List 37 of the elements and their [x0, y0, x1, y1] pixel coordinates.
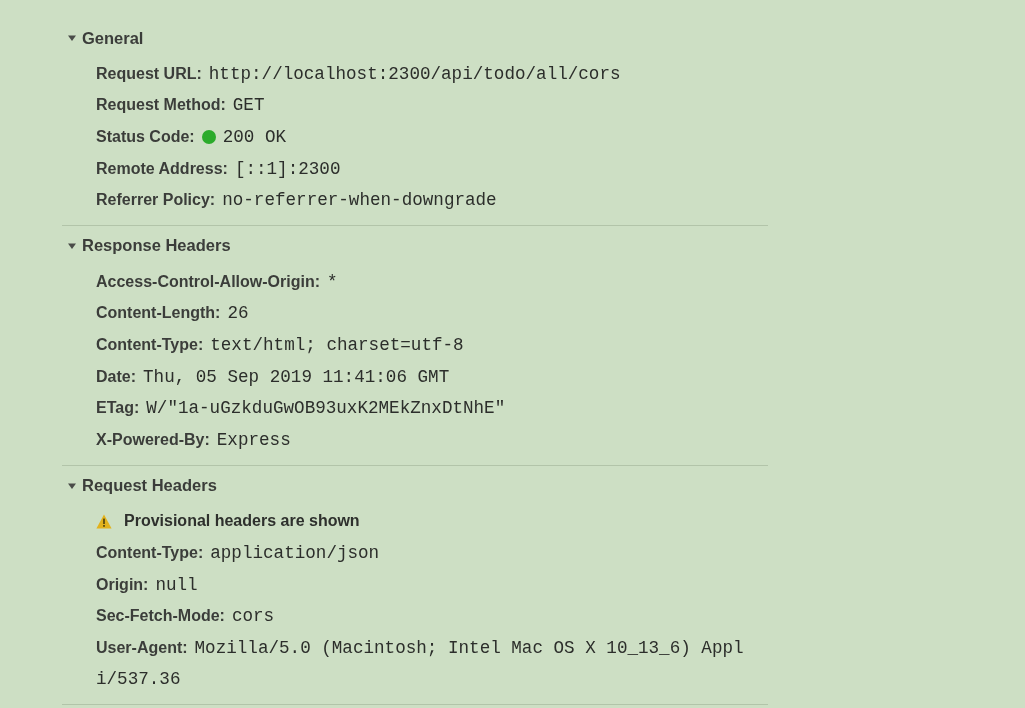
section-header[interactable]: Response Headers [62, 231, 231, 260]
header-value: application/json [210, 542, 380, 563]
header-name: ETag: [96, 399, 140, 418]
header-value: no-referrer-when-downgrade [222, 190, 497, 211]
header-value: 26 [227, 303, 249, 324]
header-value: W/"1a-uGzkduGwOB93uxK2MEkZnxDtNhE" [146, 398, 506, 419]
header-name: Request URL: [96, 64, 202, 83]
section-header[interactable]: General [62, 24, 144, 52]
header-name: Request Method: [96, 96, 226, 115]
header-value: Thu, 05 Sep 2019 11:41:06 GMT [143, 366, 450, 387]
header-value: 200 OK [222, 127, 287, 147]
header-value: GET [232, 95, 265, 116]
header-name: X-Powered-By: [96, 430, 210, 449]
header-name: Referrer Policy: [96, 191, 216, 210]
header-name: Sec-Fetch-Mode: [96, 607, 225, 626]
warning-icon [96, 513, 112, 529]
header-value: Mozilla/5.0 (Macintosh; Intel Mac OS X 10_13_6) Appl [194, 637, 744, 658]
warning-text: Provisional headers are shown [124, 512, 360, 531]
header-value: i/537.36 [96, 669, 181, 690]
header-name: Status Code: [96, 128, 195, 146]
header-name: Access-Control-Allow-Origin: [96, 272, 320, 291]
header-value: null [155, 574, 198, 595]
header-name: Content-Length: [96, 304, 221, 323]
header-name: Content-Type: [96, 335, 204, 354]
section-header[interactable]: Request Headers [62, 471, 217, 500]
header-name: Content-Type: [96, 543, 204, 562]
header-value: text/html; charset=utf-8 [210, 334, 464, 355]
header-value: Express [216, 429, 291, 450]
header-name: Remote Address: [96, 159, 228, 178]
header-value: * [327, 271, 338, 292]
header-name: Date: [96, 367, 136, 386]
header-value: http://localhost:2300/api/todo/all/cors [208, 63, 621, 84]
header-value: cors [231, 606, 275, 627]
header-value: [::1]:2300 [234, 158, 341, 179]
header-name: User-Agent: [96, 638, 188, 657]
header-name: Origin: [96, 575, 149, 594]
triangle-down-icon [67, 33, 77, 43]
